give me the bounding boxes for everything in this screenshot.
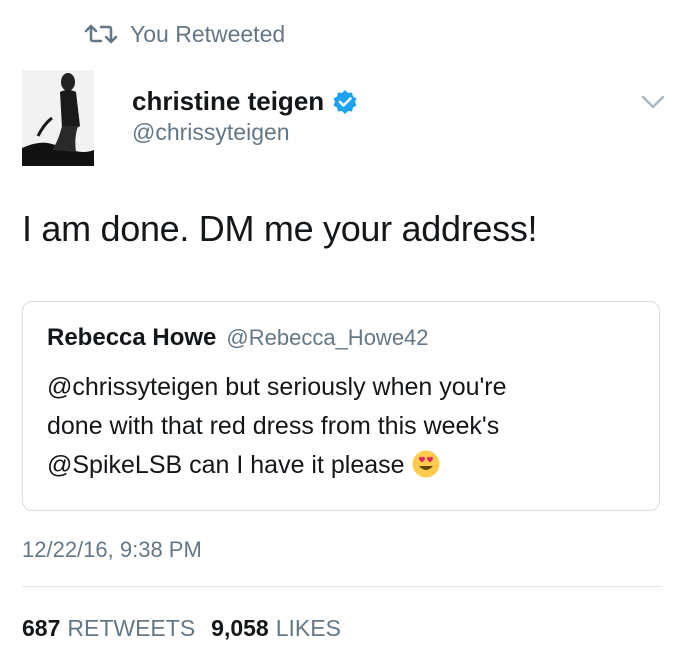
quoted-line: @chrissyteigen but seriously when you're	[47, 373, 507, 401]
retweets-label[interactable]: RETWEETS	[67, 615, 195, 642]
quoted-line-last: @SpikeLSB can I have it please	[47, 446, 647, 485]
author-handle[interactable]: @chrissyteigen	[132, 119, 290, 146]
heart-eyes-emoji-icon	[411, 449, 441, 479]
avatar[interactable]	[22, 70, 94, 166]
tweet-timestamp: 12/22/16, 9:38 PM	[22, 537, 202, 562]
quoted-line: done with that red dress from this week'…	[47, 412, 500, 440]
author-name-text: christine teigen	[132, 86, 325, 116]
quoted-tweet[interactable]: Rebecca Howe @Rebecca_Howe42 @chrissytei…	[22, 301, 660, 511]
author-name[interactable]: christine teigen	[132, 86, 358, 117]
retweet-context: You Retweeted	[84, 18, 285, 50]
likes-label[interactable]: LIKES	[276, 615, 341, 642]
quoted-author-handle: @Rebecca_Howe42	[226, 325, 429, 350]
tweet-text: I am done. DM me your address!	[22, 208, 538, 249]
retweet-label: You Retweeted	[130, 20, 286, 47]
quoted-tweet-text: @chrissyteigen but seriously when you're…	[47, 368, 647, 485]
retweets-count[interactable]: 687	[22, 615, 60, 642]
likes-count[interactable]: 9,058	[211, 615, 269, 642]
quoted-line: @SpikeLSB can I have it please	[47, 451, 405, 479]
tweet-stats: 687 RETWEETS 9,058 LIKES	[22, 615, 357, 642]
quoted-author-name: Rebecca Howe	[47, 324, 217, 351]
chevron-down-icon[interactable]	[640, 92, 666, 112]
verified-badge-icon	[332, 89, 358, 115]
quoted-tweet-header: Rebecca Howe @Rebecca_Howe42	[47, 324, 429, 352]
retweet-icon	[84, 23, 118, 45]
divider	[22, 586, 662, 587]
